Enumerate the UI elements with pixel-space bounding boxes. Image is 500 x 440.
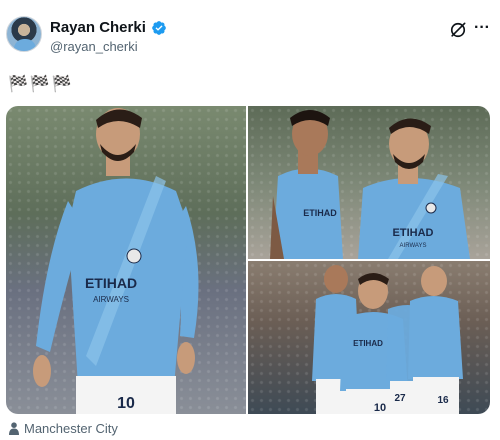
handle[interactable]: @rayan_cherki — [50, 39, 138, 54]
shirt-sponsor: ETIHAD — [353, 339, 383, 348]
shorts-number: 10 — [117, 395, 135, 412]
shirt-sponsor-sub: AIRWAYS — [93, 295, 129, 304]
person-icon — [9, 422, 19, 435]
more-icon[interactable]: ··· — [472, 20, 492, 40]
photo-1[interactable]: 10 ETIHAD AIRWAYS — [6, 106, 246, 414]
verified-badge-icon — [152, 20, 166, 35]
location-tag[interactable]: Manchester City — [8, 421, 118, 436]
shorts-number: 16 — [437, 395, 449, 406]
media-grid: 10 ETIHAD AIRWAYS ETIHAD ETIHAD AIRWAYS … — [6, 106, 490, 414]
location-label: Manchester City — [24, 421, 118, 436]
shirt-sponsor: ETIHAD — [85, 275, 137, 291]
shorts-number: 27 — [394, 393, 406, 404]
name-row: Rayan Cherki — [50, 19, 167, 36]
photo-3[interactable]: 10 ETIHAD 27 16 — [248, 261, 490, 414]
display-name[interactable]: Rayan Cherki — [50, 19, 146, 36]
shorts-number: 10 — [374, 402, 386, 414]
shirt-sponsor-sub: AIRWAYS — [400, 243, 427, 249]
tweet-header: Rayan Cherki @rayan_cherki ··· — [6, 16, 494, 60]
grok-icon[interactable] — [448, 20, 468, 40]
shirt-sponsor: ETIHAD — [393, 227, 434, 239]
avatar[interactable] — [6, 16, 42, 52]
tweet-text: 🏁🏁🏁 — [8, 76, 74, 93]
photo-2[interactable]: ETIHAD ETIHAD AIRWAYS — [248, 106, 490, 259]
shirt-sponsor-2: ETIHAD — [303, 208, 337, 218]
